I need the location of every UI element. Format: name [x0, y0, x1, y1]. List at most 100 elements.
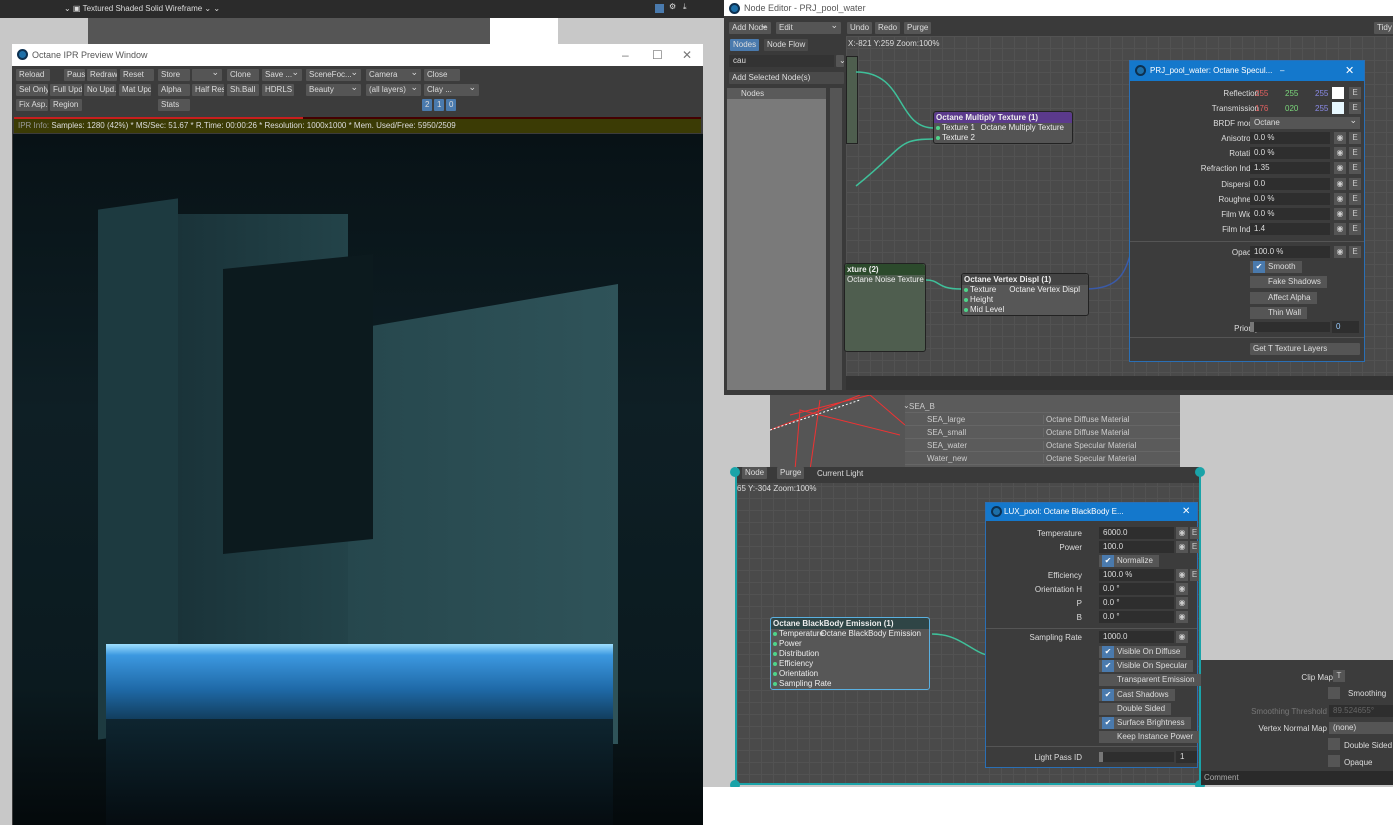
envelope-button[interactable]: E [1190, 527, 1199, 539]
envelope-button[interactable]: E [1349, 177, 1361, 190]
priority-slider[interactable] [1250, 322, 1330, 332]
minimize-button[interactable]: – [622, 44, 629, 66]
port-efficiency[interactable]: Efficiency [771, 659, 929, 669]
tidy-button[interactable]: Tidy [1374, 22, 1393, 34]
temperature-field[interactable]: 6000.0 [1099, 527, 1174, 539]
checkbox-thin-wall[interactable]: Thin Wall [1250, 306, 1308, 319]
reflection-color-swatch[interactable] [1332, 87, 1344, 99]
ipr-btn-camera[interactable]: Camera [366, 69, 421, 81]
get-texture-layers-button[interactable]: Get T Texture Layers [1250, 343, 1360, 355]
node-list-scrollbar[interactable] [830, 88, 842, 390]
ipr-btn-clay-[interactable]: Clay ... [424, 84, 479, 96]
efficiency-field[interactable]: 100.0 % [1099, 569, 1174, 581]
field-anisotropy[interactable]: 0.0 % [1250, 132, 1330, 144]
ipr-btn-redraw[interactable]: Redraw [87, 69, 117, 81]
eye-icon[interactable]: ◉ [1176, 527, 1188, 539]
port-mid-level[interactable]: Mid Level [962, 305, 1088, 315]
envelope-button[interactable]: E [1349, 132, 1361, 144]
port-sampling-rate[interactable]: Sampling Rate [771, 679, 929, 689]
node-list[interactable]: Nodes [727, 88, 826, 390]
view-mode-dropdown[interactable]: ⌄ ▣ Textured Shaded Solid Wireframe ⌄ ⌄ [64, 4, 220, 13]
close-button[interactable]: ✕ [1182, 503, 1190, 521]
envelope-button[interactable]: E [1349, 192, 1361, 205]
reflection-b-value[interactable]: 255 [1315, 89, 1328, 98]
checkbox-affect-alpha[interactable]: Affect Alpha [1250, 291, 1317, 304]
transmission-b-value[interactable]: 255 [1315, 104, 1328, 113]
eye-icon[interactable]: ◉ [1334, 208, 1346, 220]
transmission-g-value[interactable]: 020 [1285, 104, 1298, 113]
port-texture-2[interactable]: Texture 2 [934, 133, 1072, 143]
opaque-checkbox[interactable] [1328, 755, 1340, 767]
ipr-btn-sel-only[interactable]: Sel Only [16, 84, 48, 96]
smoothing-threshold-field[interactable]: 89.524655° [1329, 705, 1393, 717]
surface-row[interactable]: SEA_B ⌄ [903, 400, 1180, 413]
checkbox-surface-brightness[interactable]: Surface Brightness [1099, 717, 1191, 729]
transmission-envelope-button[interactable]: E [1349, 102, 1361, 114]
checkbox-cast-shadows[interactable]: Cast Shadows [1099, 688, 1175, 701]
field-dispersion[interactable]: 0.0 [1250, 177, 1330, 190]
ipr-btn-scenefoc-[interactable]: SceneFoc... [306, 69, 361, 81]
field-film-index[interactable]: 1.4 [1250, 223, 1330, 236]
transmission-r-value[interactable]: 176 [1255, 104, 1268, 113]
orientation-orientation-h-field[interactable]: 0.0 ° [1099, 583, 1174, 595]
tab-node-flow[interactable]: Node Flow [764, 39, 809, 51]
envelope-button[interactable]: E [1349, 162, 1361, 175]
close-button[interactable]: ✕ [682, 44, 692, 66]
eye-icon[interactable]: ◉ [1334, 246, 1346, 258]
checkbox-smooth[interactable]: Smooth [1250, 261, 1302, 273]
field-rotation[interactable]: 0.0 % [1250, 147, 1330, 160]
layer-number-button[interactable]: 2 [422, 99, 432, 111]
eye-icon[interactable]: ◉ [1176, 611, 1188, 623]
resize-handle[interactable] [1195, 467, 1205, 477]
ipr-btn-stats[interactable]: Stats [158, 99, 190, 111]
envelope-button[interactable]: E [1349, 246, 1361, 258]
field-roughness[interactable]: 0.0 % [1250, 192, 1330, 205]
reflection-g-value[interactable]: 255 [1285, 89, 1298, 98]
field-film-width[interactable]: 0.0 % [1250, 208, 1330, 220]
node-editor-scrollbar[interactable] [846, 376, 1393, 390]
eye-icon[interactable]: ◉ [1334, 177, 1346, 190]
port-distribution[interactable]: Distribution [771, 649, 929, 659]
ipr-btn-close[interactable]: Close [424, 69, 460, 81]
light-pass-id-field[interactable]: 1 [1176, 751, 1197, 763]
surface-row[interactable]: SEA_large Octane Diffuse Material [905, 413, 1180, 426]
eye-icon[interactable]: ◉ [1334, 132, 1346, 144]
ipr-btn-beauty[interactable]: Beauty [306, 84, 361, 96]
port-temperature[interactable]: Temperature Octane BlackBody Emission [771, 629, 929, 639]
envelope-button[interactable]: E [1349, 208, 1361, 220]
smoothing-checkbox[interactable] [1328, 687, 1340, 699]
light-pass-slider[interactable] [1099, 752, 1174, 762]
eye-icon[interactable]: ◉ [1334, 192, 1346, 205]
envelope-button[interactable]: E [1349, 147, 1361, 160]
port-height[interactable]: Height [962, 295, 1088, 305]
ipr-btn-reload[interactable]: Reload [16, 69, 50, 81]
node-noise-texture[interactable]: xture (2) Octane Noise Texture [844, 263, 926, 352]
node-multiply-texture[interactable]: Octane Multiply Texture (1) Texture 1 Oct… [933, 111, 1073, 144]
port-orientation[interactable]: Orientation [771, 669, 929, 679]
eye-icon[interactable]: ◉ [1334, 162, 1346, 175]
ipr-btn-half-res[interactable]: Half Res [192, 84, 224, 96]
purge-button[interactable]: Purge [904, 22, 932, 34]
download-icon[interactable]: ⤓ [683, 2, 687, 12]
orientation-p-field[interactable]: 0.0 ° [1099, 597, 1174, 609]
eye-icon[interactable]: ◉ [1176, 597, 1188, 609]
ipr-btn-no-upd-[interactable]: No Upd. [84, 84, 116, 96]
envelope-button[interactable]: E [1349, 223, 1361, 236]
double-sided-checkbox[interactable] [1328, 738, 1340, 750]
port-texture[interactable]: Texture Octane Vertex Displ [962, 285, 1088, 295]
ipr-btn--all-layers-[interactable]: (all layers) [366, 84, 421, 96]
eye-icon[interactable]: ◉ [1334, 223, 1346, 236]
ipr-btn-mat-upd[interactable]: Mat Upd [119, 84, 151, 96]
normalize-checkbox[interactable]: Normalize [1099, 555, 1160, 567]
field-refraction-index[interactable]: 1.35 [1250, 162, 1330, 175]
add-node-dropdown[interactable]: Add Node [729, 22, 771, 34]
node-blackbody-emission[interactable]: Octane BlackBody Emission (1) Temperatur… [770, 617, 930, 690]
layer-number-button[interactable]: 0 [446, 99, 456, 111]
sampling-rate-field[interactable]: 1000.0 [1099, 631, 1174, 643]
undo-button[interactable]: Undo [847, 22, 873, 34]
lock-icon[interactable] [655, 4, 664, 13]
add-selected-nodes-button[interactable]: Add Selected Node(s) [729, 72, 844, 84]
checkbox-fake-shadows[interactable]: Fake Shadows [1250, 276, 1327, 289]
ipr-btn-clone[interactable]: Clone [227, 69, 259, 81]
search-dropdown-button[interactable]: ⌄ [836, 55, 844, 67]
